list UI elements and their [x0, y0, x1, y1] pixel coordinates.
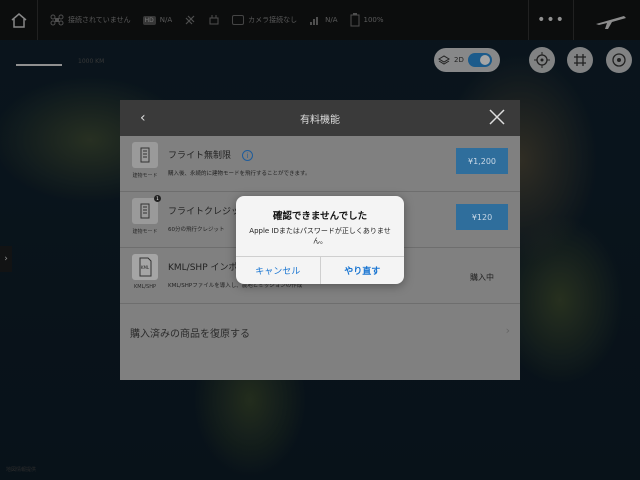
cancel-button[interactable]: キャンセル — [236, 257, 320, 284]
kml-icon-text: KML — [140, 265, 150, 270]
feature-sublabel: 建物モード — [132, 229, 158, 235]
feature-sublabel: 建物モード — [132, 173, 158, 179]
building-icon: 1 — [132, 195, 161, 224]
feature-desc: 60分の飛行クレジット — [168, 227, 225, 233]
feature-sublabel: KML/SHP — [133, 284, 156, 290]
info-icon[interactable]: i — [241, 150, 253, 161]
restore-purchases-row[interactable]: 購入済みの商品を復原する › — [120, 304, 520, 360]
price-button[interactable]: ¥120 — [456, 204, 508, 230]
feature-icon: 1 建物モード — [130, 195, 161, 235]
kml-file-icon: KML — [132, 254, 158, 280]
back-button[interactable]: ‹ — [140, 110, 146, 126]
alert-buttons: キャンセル やり直す — [236, 256, 404, 284]
panel-header: ‹ 有料機能 — [120, 100, 520, 136]
feature-title-text: フライト無制限 — [168, 151, 232, 161]
feature-desc: 購入後、永続的に建物モードを飛行することができます。 — [168, 171, 311, 177]
close-icon[interactable] — [488, 108, 506, 126]
alert-message: Apple IDまたはパスワードが正しくありません。 — [249, 227, 391, 245]
feature-icon: KML KML/SHP — [130, 254, 160, 290]
retry-button[interactable]: やり直す — [319, 257, 405, 284]
panel-title: 有料機能 — [300, 114, 340, 126]
feature-title: フライト無制限 i — [168, 148, 253, 161]
building-icon — [132, 142, 158, 168]
purchase-status: 購入中 — [470, 273, 494, 282]
error-alert-dialog: 確認できませんでした Apple IDまたはパスワードが正しくありません。 キャ… — [236, 196, 404, 284]
price-button[interactable]: ¥1,200 — [456, 148, 508, 174]
feature-row-unlimited: 建物モード フライト無制限 i 購入後、永続的に建物モードを飛行することができま… — [120, 136, 520, 192]
chevron-right-icon: › — [505, 324, 510, 337]
restore-label: 購入済みの商品を復原する — [130, 328, 250, 340]
alert-title: 確認できませんでした — [272, 211, 368, 222]
feature-icon: 建物モード — [130, 142, 160, 179]
count-badge: 1 — [154, 195, 161, 202]
